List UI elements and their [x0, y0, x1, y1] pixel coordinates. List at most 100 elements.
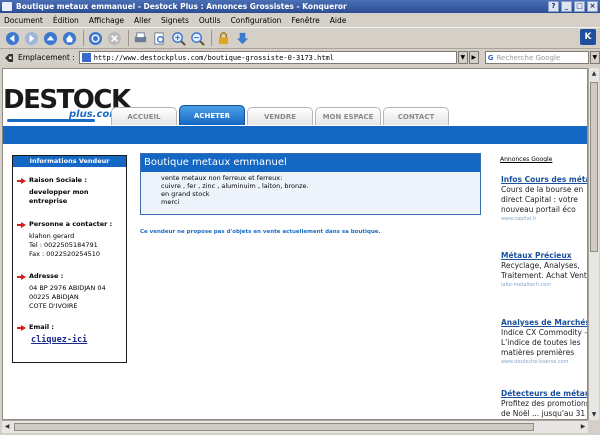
ad-url[interactable]: www.capital.fr — [501, 215, 587, 224]
close-button[interactable]: × — [587, 1, 598, 12]
ad-text: Indice CX Commodity - — [501, 328, 588, 337]
raison-value-1: developper mon — [29, 188, 89, 196]
window-title: Boutique metaux emmanuel - Destock Plus … — [16, 2, 347, 11]
red-arrow-icon — [17, 273, 26, 280]
ad-text: Traitement. Achat Vente — [501, 271, 588, 280]
google-icon: G — [487, 53, 494, 62]
ad-item[interactable]: Détecteurs de métaux Profitez des promot… — [501, 389, 588, 419]
reload-icon[interactable] — [87, 30, 104, 47]
menu-aide[interactable]: Aide — [330, 16, 347, 25]
menu-document[interactable]: Document — [4, 16, 43, 25]
ad-text: de Noël ... jusqu'au 31 — [501, 409, 586, 418]
menu-outils[interactable]: Outils — [199, 16, 221, 25]
toolbar-separator — [128, 30, 129, 46]
scrollbar-corner — [588, 420, 599, 433]
ad-text: direct Capital : votre — [501, 195, 578, 204]
menu-configuration[interactable]: Configuration — [231, 16, 282, 25]
tab-mon-espace[interactable]: MON ESPACE — [315, 107, 381, 125]
stop-icon[interactable] — [106, 30, 123, 47]
konqueror-logo-icon: K — [580, 29, 596, 45]
ad-title[interactable]: Détecteurs de métaux — [501, 389, 587, 399]
boutique-panel: Boutique metaux emmanuel vente metaux no… — [140, 153, 481, 215]
zoom-out-icon[interactable] — [189, 30, 206, 47]
red-arrow-icon — [17, 221, 26, 228]
toolbar-separator — [83, 30, 84, 46]
menu-edition[interactable]: Édition — [53, 16, 79, 25]
forward-icon[interactable] — [23, 30, 40, 47]
scroll-right-icon[interactable]: ▶ — [578, 421, 588, 433]
adresse-line-2: 00225 ABIDJAN — [29, 293, 79, 301]
vertical-scrollbar[interactable]: ▲ ▼ — [588, 68, 599, 420]
contact-tel: Tel : 0022505184791 — [29, 241, 98, 249]
boutique-title: Boutique metaux emmanuel — [141, 154, 480, 172]
ad-text: Profitez des promotions — [501, 399, 588, 408]
ad-item[interactable]: Analyses de Marchés Indice CX Commodity … — [501, 318, 588, 367]
back-icon[interactable] — [4, 30, 21, 47]
adresse-line-1: 04 BP 2976 ABIDJAN 04 — [29, 284, 106, 292]
ad-title[interactable]: Analyses de Marchés — [501, 318, 587, 328]
site-nav: ACCUEIL ACHETER VENDRE MON ESPACE CONTAC… — [111, 105, 449, 125]
tab-vendre[interactable]: VENDRE — [247, 107, 313, 125]
minimize-button[interactable]: _ — [561, 1, 572, 12]
menu-affichage[interactable]: Affichage — [89, 16, 124, 25]
menu-bar: Document Édition Affichage Aller Signets… — [0, 13, 600, 27]
adresse-section: Adresse : 04 BP 2976 ABIDJAN 04 00225 AB… — [17, 272, 106, 311]
download-icon[interactable] — [234, 30, 251, 47]
up-icon[interactable] — [42, 30, 59, 47]
menu-signets[interactable]: Signets — [161, 16, 189, 25]
vendor-info-panel: Informations Vendeur Raison Sociale : de… — [12, 155, 127, 363]
ads-title[interactable]: Annonces Google — [500, 156, 552, 163]
menu-fenetre[interactable]: Fenêtre — [291, 16, 319, 25]
horizontal-scroll-thumb[interactable] — [14, 423, 534, 431]
search-engine-dropdown[interactable]: ▼ — [589, 51, 600, 64]
ad-text: Recyclage, Analyses, — [501, 261, 580, 270]
header-bar — [3, 126, 587, 144]
contact-section: Personne a contacter : klahon gerard Tel… — [17, 220, 112, 259]
email-link[interactable]: cliquez-ici — [17, 336, 87, 345]
ad-text: L'indice de toutes les — [501, 338, 581, 347]
ad-url[interactable]: labo-metaltech.com — [501, 281, 587, 290]
menu-aller[interactable]: Aller — [134, 16, 151, 25]
window-titlebar[interactable]: Boutique metaux emmanuel - Destock Plus … — [0, 0, 600, 13]
red-arrow-icon — [17, 324, 26, 331]
scroll-left-icon[interactable]: ◀ — [2, 421, 12, 433]
app-icon[interactable] — [2, 2, 12, 11]
clear-location-icon[interactable] — [4, 53, 14, 63]
raison-sociale-section: Raison Sociale : developper mon entrepri… — [17, 176, 88, 206]
raison-value-2: entreprise — [29, 197, 68, 205]
ad-title[interactable]: Métaux Précieux — [501, 251, 587, 261]
ad-url[interactable]: www.deutsche-boerse.com — [501, 358, 587, 367]
tab-contact[interactable]: CONTACT — [383, 107, 449, 125]
ad-item[interactable]: Métaux Précieux Recyclage, Analyses, Tra… — [501, 251, 588, 290]
scroll-up-icon[interactable]: ▲ — [589, 68, 599, 79]
ad-item[interactable]: Infos Cours des métaux Cours de la bours… — [501, 175, 587, 224]
description-line: cuivre , fer , zinc , aluminuim , laiton… — [161, 182, 309, 190]
security-lock-icon[interactable] — [215, 30, 232, 47]
ad-text: matières premières — [501, 348, 575, 357]
home-icon[interactable] — [61, 30, 78, 47]
go-button[interactable]: ▶ — [468, 51, 479, 64]
toolbar — [0, 27, 600, 49]
google-search-input[interactable]: G Recherche Google — [484, 51, 589, 64]
maximize-button[interactable]: □ — [574, 1, 585, 12]
tab-acheter[interactable]: ACHETER — [179, 105, 245, 125]
help-button[interactable]: ? — [548, 1, 559, 12]
vertical-scroll-thumb[interactable] — [590, 82, 598, 252]
ad-title[interactable]: Infos Cours des métaux — [501, 175, 587, 185]
url-history-dropdown[interactable]: ▼ — [457, 51, 468, 64]
scroll-down-icon[interactable]: ▼ — [589, 409, 599, 420]
toolbar-separator — [211, 30, 212, 46]
print-icon[interactable] — [132, 30, 149, 47]
site-favicon-icon — [81, 53, 91, 62]
zoom-in-icon[interactable] — [170, 30, 187, 47]
description-line: merci — [161, 198, 180, 206]
logo-swoosh — [7, 119, 95, 122]
horizontal-scrollbar[interactable]: ◀ ▶ — [2, 420, 588, 433]
tab-accueil[interactable]: ACCUEIL — [111, 107, 177, 125]
vendor-panel-title: Informations Vendeur — [13, 156, 126, 167]
url-input[interactable]: http://www.destockplus.com/boutique-gros… — [78, 51, 457, 64]
contact-name: klahon gerard — [29, 232, 75, 240]
print-preview-icon[interactable] — [151, 30, 168, 47]
email-section: Email : cliquez-ici — [17, 323, 87, 345]
location-bar: Emplacement : http://www.destockplus.com… — [0, 49, 600, 66]
